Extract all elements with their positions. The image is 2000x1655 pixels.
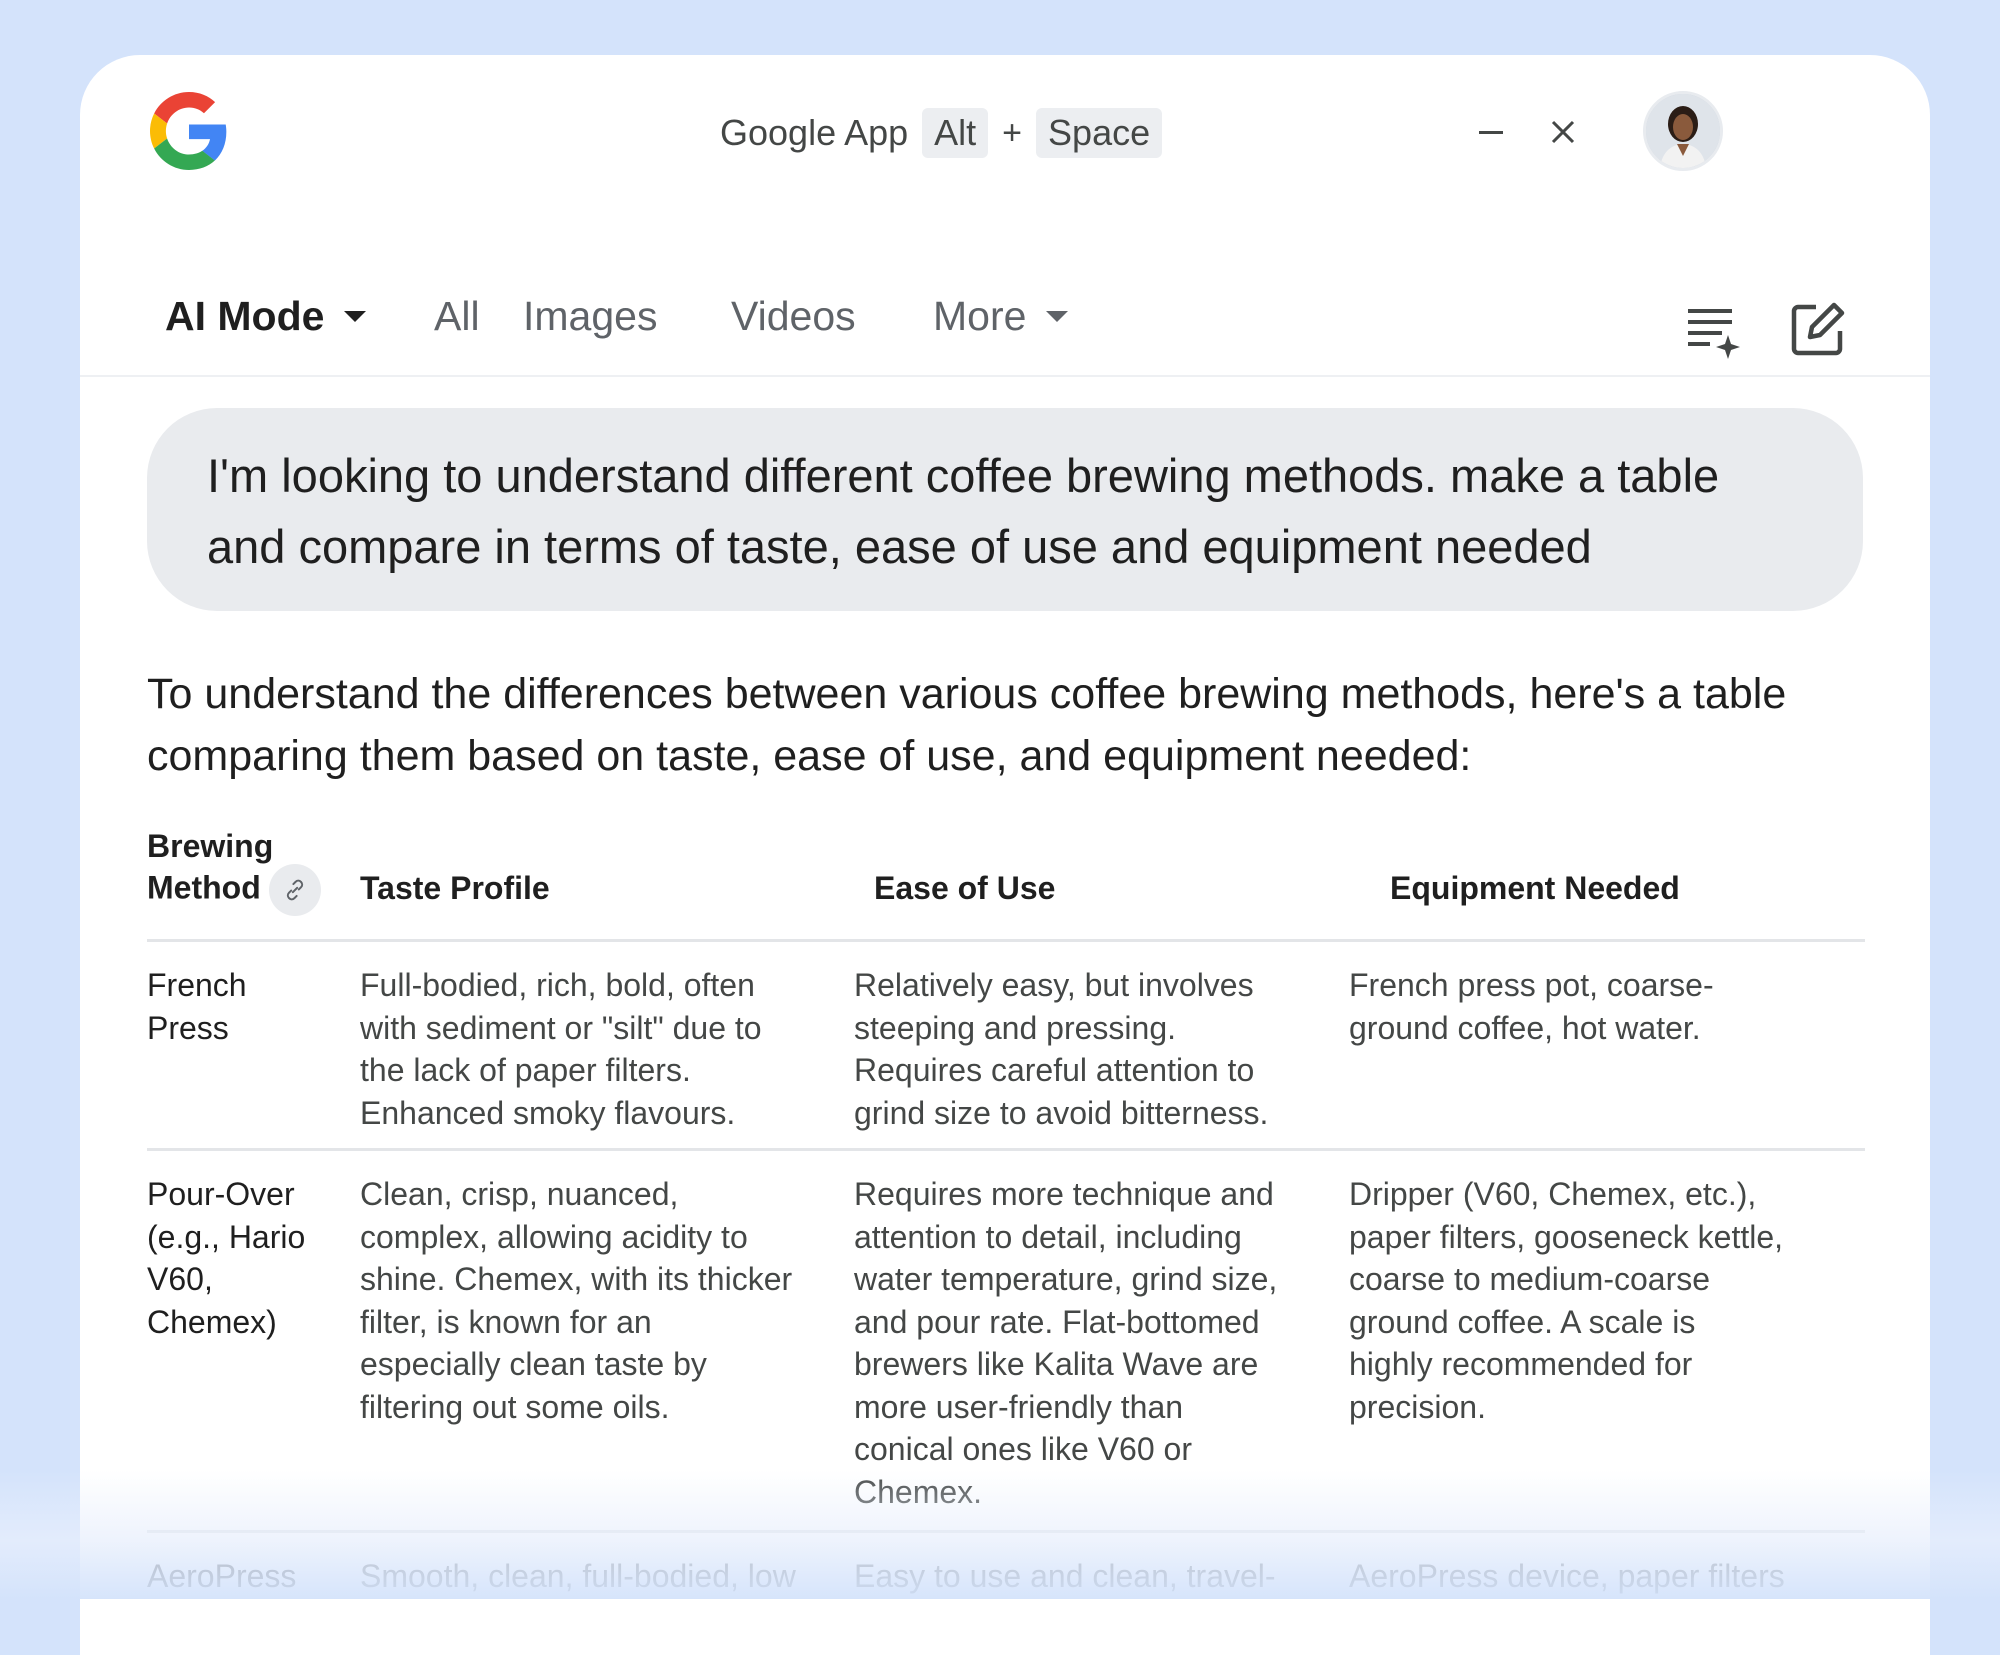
cell-line: Enhanced smoky flavours. xyxy=(360,1094,736,1131)
cell-taste: Full-bodied, rich, bold, often with sedi… xyxy=(360,964,762,1134)
minimize-button[interactable] xyxy=(1466,107,1516,157)
cell-line: complex, allowing acidity to xyxy=(360,1218,748,1255)
cell-taste: Smooth, clean, full-bodied, low xyxy=(360,1555,796,1598)
cell-taste: Clean, crisp, nuanced, complex, allowing… xyxy=(360,1173,792,1428)
cell-line: French press pot, coarse- xyxy=(1349,967,1714,1003)
cell-equipment: Dripper (V60, Chemex, etc.), paper filte… xyxy=(1349,1173,1783,1428)
cell-method: AeroPress xyxy=(147,1555,296,1598)
header-taste-profile: Taste Profile xyxy=(360,870,550,906)
comparison-table: Brewing Method Taste Profile Ease of Use… xyxy=(147,825,1865,1653)
cell-line: paper filters, gooseneck kettle, xyxy=(1349,1218,1784,1255)
cell-line: Pour-Over xyxy=(147,1176,295,1212)
cell-line: attention to detail, including xyxy=(854,1218,1242,1255)
response-intro: To understand the differences between va… xyxy=(147,670,1787,780)
header-equipment-needed: Equipment Needed xyxy=(1390,870,1680,906)
cell-line: Chemex) xyxy=(147,1303,277,1340)
cell-line: filtering out some oils. xyxy=(360,1388,670,1425)
table-row: AeroPress Smooth, clean, full-bodied, lo… xyxy=(147,1533,1865,1653)
cell-line: more user-friendly than xyxy=(854,1388,1184,1425)
cell-line: Requires more technique and xyxy=(854,1176,1274,1212)
tab-all-label: All xyxy=(434,293,480,339)
tab-all[interactable]: All xyxy=(434,293,480,340)
cell-line: coarse to medium-coarse xyxy=(1349,1261,1711,1297)
cell-line: Press xyxy=(147,1009,229,1046)
cell-line: ground coffee. A scale is xyxy=(1349,1303,1696,1340)
cell-line: Smooth, clean, full-bodied, low xyxy=(360,1558,796,1594)
tab-videos[interactable]: Videos xyxy=(731,293,856,340)
cell-line: shine. Chemex, with its thicker xyxy=(360,1261,793,1297)
cell-line: precision. xyxy=(1349,1388,1486,1425)
close-icon xyxy=(1551,120,1575,144)
cell-line: grind size to avoid bitterness. xyxy=(854,1094,1269,1131)
tab-more-label: More xyxy=(933,293,1027,339)
copy-link-button[interactable] xyxy=(268,864,321,916)
new-chat-edit-icon[interactable] xyxy=(1786,297,1850,361)
cell-line: (e.g., Hario xyxy=(147,1218,306,1255)
history-list-icon[interactable] xyxy=(1680,297,1744,361)
minimize-icon xyxy=(1479,131,1503,134)
cell-line: filter, is known for an xyxy=(360,1303,652,1340)
header-ease-of-use: Ease of Use xyxy=(874,870,1056,906)
header-method-line1: Brewing xyxy=(147,828,274,864)
cell-line: steeping and pressing. xyxy=(854,1009,1176,1046)
cell-method: French Press xyxy=(147,964,247,1049)
chevron-down-icon xyxy=(1046,311,1069,322)
cell-line: conical ones like V60 or xyxy=(854,1431,1192,1467)
cell-line: ground coffee, hot water. xyxy=(1349,1009,1701,1046)
cell-equipment: AeroPress device, paper filters xyxy=(1349,1555,1785,1598)
table-row: French Press Full-bodied, rich, bold, of… xyxy=(147,942,1865,1151)
tab-ai-mode[interactable]: AI Mode xyxy=(165,293,367,340)
table-header-row: Brewing Method Taste Profile Ease of Use… xyxy=(147,825,1865,942)
chevron-down-icon xyxy=(344,311,367,322)
cell-line: Easy to use and clean, travel- xyxy=(854,1558,1276,1594)
search-tabs: AI Mode All Images Videos More xyxy=(80,235,1930,377)
shortcut-key-alt: Alt xyxy=(922,108,989,158)
user-query-bubble: I'm looking to understand different coff… xyxy=(147,408,1863,611)
cell-ease: Easy to use and clean, travel- xyxy=(854,1555,1276,1598)
cell-line: the lack of paper filters. xyxy=(360,1052,691,1088)
avatar[interactable] xyxy=(1643,91,1723,171)
avatar-image xyxy=(1646,94,1720,168)
app-title: Google App Alt + Space xyxy=(720,107,1163,159)
cell-line: highly recommended for xyxy=(1349,1346,1693,1382)
app-window: Google App Alt + Space AI Mode All Image… xyxy=(80,55,1930,1655)
cell-line: Requires careful attention to xyxy=(854,1052,1255,1088)
shortcut-plus: + xyxy=(1002,113,1023,152)
cell-line: AeroPress device, paper filters xyxy=(1349,1558,1785,1594)
header-method-line2: Method xyxy=(147,869,261,906)
cell-ease: Requires more technique and attention to… xyxy=(854,1173,1277,1513)
cell-line: water temperature, grind size, xyxy=(854,1261,1278,1297)
app-name: Google App xyxy=(720,112,909,153)
cell-line: Clean, crisp, nuanced, xyxy=(360,1176,679,1212)
cell-method: Pour-Over (e.g., Hario V60, Chemex) xyxy=(147,1173,305,1343)
header-brewing-method: Brewing Method xyxy=(147,825,321,916)
cell-line: Chemex. xyxy=(854,1473,983,1510)
table-row: Pour-Over (e.g., Hario V60, Chemex) Clea… xyxy=(147,1151,1865,1533)
cell-ease: Relatively easy, but involves steeping a… xyxy=(854,964,1268,1134)
cell-line: French xyxy=(147,967,247,1003)
cell-line: V60, xyxy=(147,1261,213,1297)
google-g-icon xyxy=(150,92,227,170)
cell-line: Relatively easy, but involves xyxy=(854,967,1254,1003)
cell-equipment: French press pot, coarse- ground coffee,… xyxy=(1349,964,1714,1049)
cell-line: with sediment or "silt" due to xyxy=(360,1009,762,1046)
cell-line: Dripper (V60, Chemex, etc.), xyxy=(1349,1176,1757,1212)
cell-line: AeroPress xyxy=(147,1558,297,1594)
close-button[interactable] xyxy=(1538,107,1588,157)
tab-ai-mode-label: AI Mode xyxy=(165,293,325,339)
title-bar: Google App Alt + Space xyxy=(80,55,1930,205)
link-icon xyxy=(286,879,303,901)
tab-images-label: Images xyxy=(523,293,658,339)
cell-line: brewers like Kalita Wave are xyxy=(854,1346,1259,1382)
tab-images[interactable]: Images xyxy=(523,293,657,340)
tab-more[interactable]: More xyxy=(933,293,1069,340)
tab-videos-label: Videos xyxy=(731,293,856,339)
cell-line: and pour rate. Flat-bottomed xyxy=(854,1303,1260,1340)
cell-line: Full-bodied, rich, bold, often xyxy=(360,967,755,1003)
shortcut-key-space: Space xyxy=(1036,108,1163,158)
cell-line: especially clean taste by xyxy=(360,1346,707,1382)
